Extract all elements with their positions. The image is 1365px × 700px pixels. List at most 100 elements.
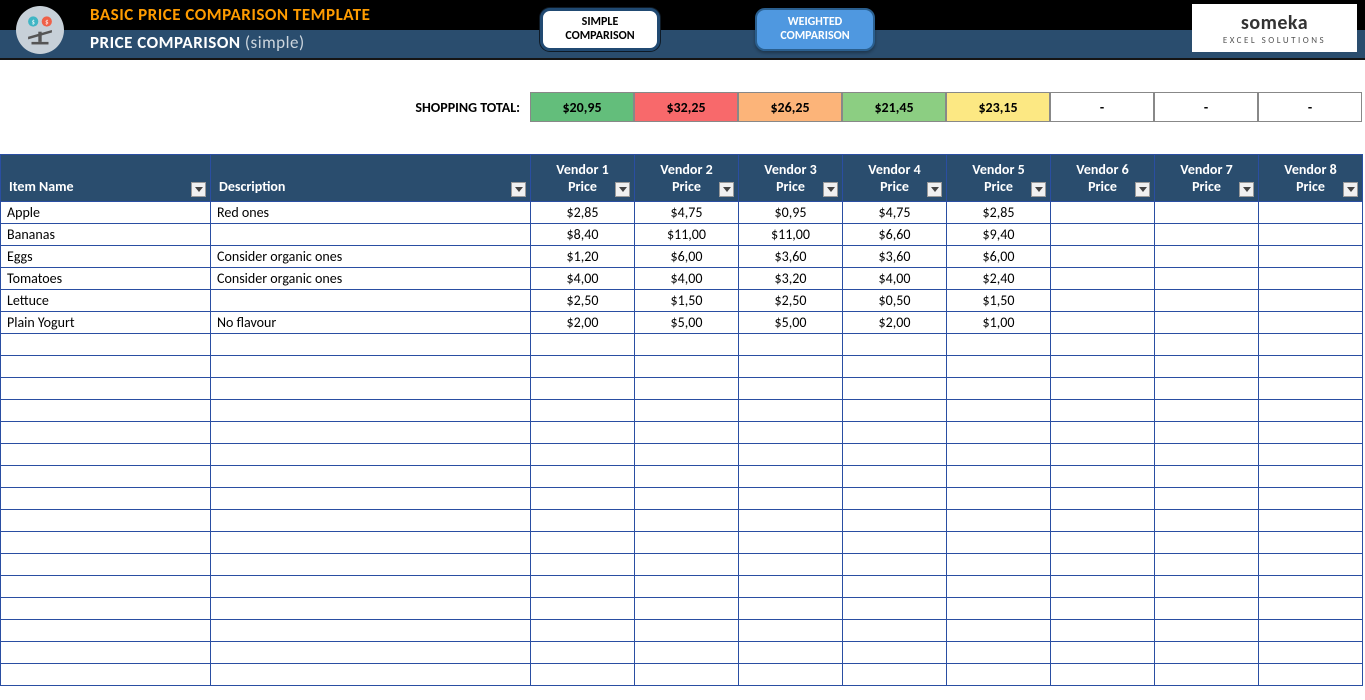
cell-price-vendor-5[interactable] [947,532,1051,554]
cell-price-vendor-2[interactable] [635,510,739,532]
cell-item-name[interactable] [1,532,211,554]
cell-price-vendor-7[interactable] [1155,290,1259,312]
cell-price-vendor-3[interactable] [739,598,843,620]
cell-price-vendor-6[interactable] [1051,554,1155,576]
cell-price-vendor-3[interactable]: $11,00 [739,224,843,246]
cell-description[interactable] [211,444,531,466]
cell-price-vendor-1[interactable] [531,576,635,598]
cell-price-vendor-1[interactable]: $1,20 [531,246,635,268]
cell-description[interactable] [211,290,531,312]
cell-price-vendor-7[interactable] [1155,202,1259,224]
cell-price-vendor-4[interactable] [843,422,947,444]
cell-price-vendor-1[interactable] [531,664,635,686]
cell-price-vendor-6[interactable] [1051,532,1155,554]
cell-price-vendor-8[interactable] [1259,268,1363,290]
cell-price-vendor-3[interactable] [739,620,843,642]
filter-dropdown-icon[interactable] [191,182,206,197]
cell-price-vendor-8[interactable] [1259,554,1363,576]
cell-price-vendor-5[interactable] [947,598,1051,620]
cell-price-vendor-7[interactable] [1155,466,1259,488]
cell-price-vendor-8[interactable] [1259,246,1363,268]
cell-price-vendor-1[interactable] [531,400,635,422]
cell-price-vendor-1[interactable] [531,510,635,532]
cell-item-name[interactable] [1,598,211,620]
cell-price-vendor-3[interactable]: $0,95 [739,202,843,224]
cell-item-name[interactable] [1,642,211,664]
cell-price-vendor-2[interactable] [635,664,739,686]
cell-price-vendor-7[interactable] [1155,554,1259,576]
cell-price-vendor-2[interactable]: $11,00 [635,224,739,246]
cell-price-vendor-2[interactable]: $4,00 [635,268,739,290]
cell-price-vendor-2[interactable] [635,334,739,356]
cell-price-vendor-2[interactable]: $6,00 [635,246,739,268]
cell-description[interactable] [211,510,531,532]
cell-price-vendor-3[interactable] [739,334,843,356]
cell-description[interactable] [211,554,531,576]
cell-price-vendor-8[interactable] [1259,400,1363,422]
cell-price-vendor-7[interactable] [1155,510,1259,532]
cell-price-vendor-7[interactable] [1155,378,1259,400]
cell-price-vendor-3[interactable]: $3,60 [739,246,843,268]
cell-price-vendor-4[interactable] [843,620,947,642]
cell-item-name[interactable] [1,554,211,576]
cell-price-vendor-8[interactable] [1259,598,1363,620]
cell-price-vendor-7[interactable] [1155,268,1259,290]
cell-price-vendor-7[interactable] [1155,224,1259,246]
cell-price-vendor-4[interactable] [843,576,947,598]
cell-description[interactable] [211,642,531,664]
cell-price-vendor-1[interactable]: $2,85 [531,202,635,224]
cell-price-vendor-2[interactable] [635,576,739,598]
cell-price-vendor-1[interactable] [531,422,635,444]
cell-description[interactable] [211,532,531,554]
cell-price-vendor-8[interactable] [1259,532,1363,554]
cell-price-vendor-4[interactable]: $3,60 [843,246,947,268]
cell-price-vendor-4[interactable] [843,642,947,664]
cell-price-vendor-6[interactable] [1051,400,1155,422]
cell-price-vendor-7[interactable] [1155,642,1259,664]
cell-price-vendor-6[interactable] [1051,598,1155,620]
cell-price-vendor-7[interactable] [1155,356,1259,378]
cell-price-vendor-6[interactable] [1051,334,1155,356]
cell-price-vendor-4[interactable] [843,510,947,532]
cell-price-vendor-2[interactable] [635,444,739,466]
cell-price-vendor-6[interactable] [1051,268,1155,290]
cell-price-vendor-6[interactable] [1051,290,1155,312]
cell-price-vendor-4[interactable] [843,400,947,422]
simple-comparison-button[interactable]: SIMPLE COMPARISON [540,8,660,51]
cell-price-vendor-5[interactable] [947,620,1051,642]
header-description[interactable]: Description [211,155,531,202]
cell-price-vendor-1[interactable] [531,334,635,356]
cell-item-name[interactable]: Eggs [1,246,211,268]
cell-price-vendor-3[interactable] [739,576,843,598]
cell-price-vendor-5[interactable]: $1,50 [947,290,1051,312]
cell-price-vendor-2[interactable] [635,642,739,664]
cell-price-vendor-4[interactable]: $4,75 [843,202,947,224]
cell-price-vendor-4[interactable] [843,554,947,576]
cell-price-vendor-4[interactable]: $0,50 [843,290,947,312]
cell-price-vendor-4[interactable] [843,598,947,620]
cell-description[interactable] [211,334,531,356]
cell-item-name[interactable] [1,488,211,510]
weighted-comparison-button[interactable]: WEIGHTED COMPARISON [755,8,875,51]
cell-price-vendor-3[interactable] [739,554,843,576]
cell-price-vendor-1[interactable]: $4,00 [531,268,635,290]
cell-item-name[interactable]: Tomatoes [1,268,211,290]
cell-price-vendor-8[interactable] [1259,312,1363,334]
cell-price-vendor-7[interactable] [1155,246,1259,268]
cell-price-vendor-3[interactable] [739,642,843,664]
filter-dropdown-icon[interactable] [1031,182,1046,197]
cell-item-name[interactable] [1,400,211,422]
header-vendor-8[interactable]: Vendor 8Price [1259,155,1363,202]
cell-item-name[interactable] [1,444,211,466]
filter-dropdown-icon[interactable] [1135,182,1150,197]
cell-price-vendor-2[interactable] [635,598,739,620]
cell-price-vendor-1[interactable] [531,620,635,642]
cell-item-name[interactable] [1,356,211,378]
cell-description[interactable] [211,598,531,620]
cell-price-vendor-2[interactable]: $1,50 [635,290,739,312]
cell-item-name[interactable] [1,378,211,400]
cell-price-vendor-2[interactable] [635,378,739,400]
cell-price-vendor-1[interactable] [531,554,635,576]
cell-price-vendor-7[interactable] [1155,312,1259,334]
cell-price-vendor-6[interactable] [1051,488,1155,510]
